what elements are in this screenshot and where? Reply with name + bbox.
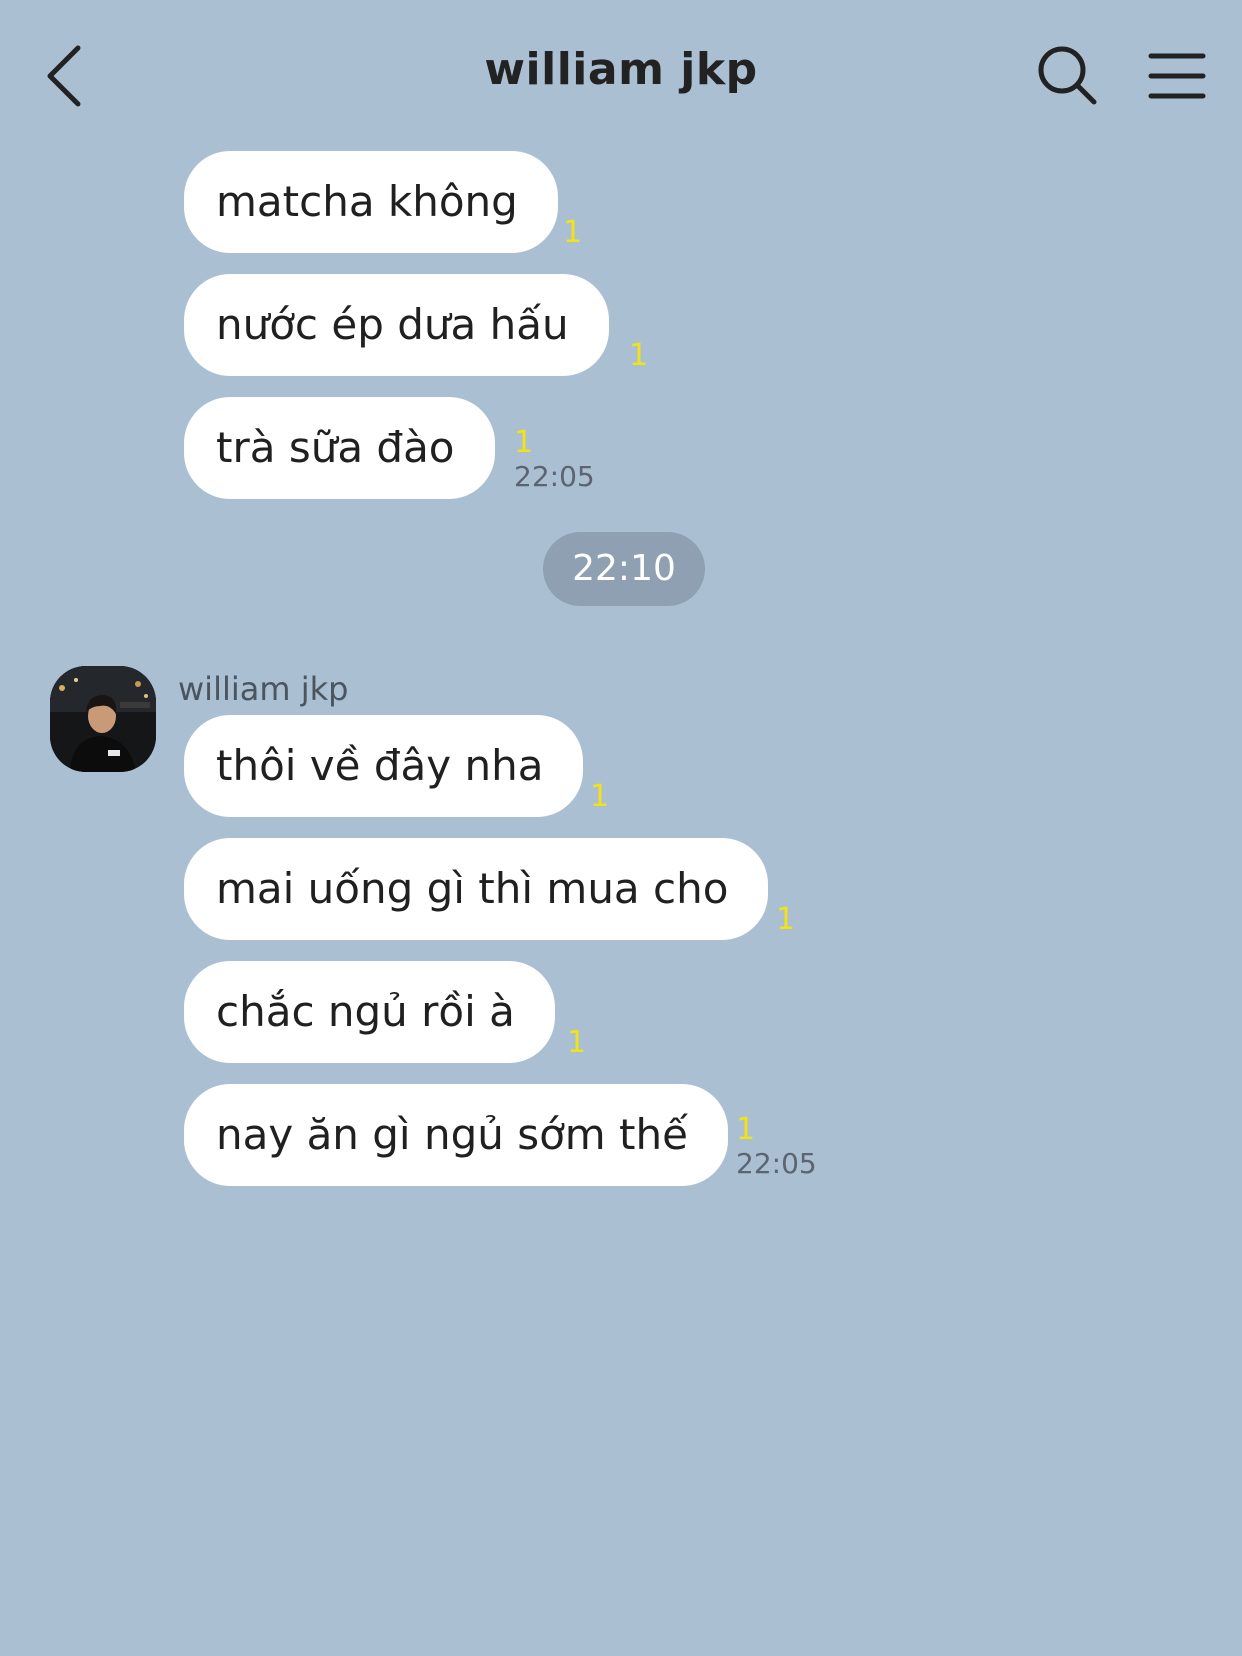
message-row: trà sữa đào <box>184 397 495 499</box>
message-bubble[interactable]: matcha không <box>184 151 558 253</box>
message-time: 22:05 <box>514 460 595 493</box>
avatar[interactable] <box>50 666 156 772</box>
message-bubble[interactable]: thôi về đây nha <box>184 715 584 817</box>
message-row: thôi về đây nha <box>184 715 584 817</box>
message-meta: 1 <box>563 218 582 248</box>
message-row: matcha không <box>184 151 558 253</box>
unread-count: 1 <box>736 1112 756 1147</box>
unread-count: 1 <box>629 338 649 373</box>
chat-header: william jkp <box>0 0 1242 150</box>
message-bubble[interactable]: chắc ngủ rồi à <box>184 961 555 1063</box>
menu-button[interactable] <box>1148 50 1206 102</box>
unread-count: 1 <box>567 1025 587 1060</box>
unread-count: 1 <box>590 779 610 814</box>
message-time: 22:05 <box>736 1147 817 1180</box>
search-button[interactable] <box>1036 44 1100 108</box>
message-bubble[interactable]: mai uống gì thì mua cho <box>184 838 769 940</box>
message-bubble[interactable]: trà sữa đào <box>184 397 495 499</box>
message-bubble[interactable]: nước ép dưa hấu <box>184 274 609 376</box>
message-row: nước ép dưa hấu <box>184 274 609 376</box>
hamburger-menu-icon <box>1148 53 1206 99</box>
unread-count: 1 <box>776 902 796 937</box>
message-meta: 1 <box>629 341 648 371</box>
sender-name: william jkp <box>178 670 349 708</box>
message-meta: 1 22:05 <box>736 1115 817 1179</box>
message-meta: 1 <box>590 782 609 812</box>
time-divider: 22:10 <box>543 532 705 606</box>
message-meta: 1 <box>567 1028 586 1058</box>
message-bubble[interactable]: nay ăn gì ngủ sớm thế <box>184 1084 728 1186</box>
message-row: nay ăn gì ngủ sớm thế <box>184 1084 728 1186</box>
message-row: chắc ngủ rồi à <box>184 961 555 1063</box>
profile-photo-icon <box>50 666 156 772</box>
message-meta: 1 <box>776 905 795 935</box>
search-icon <box>1038 46 1097 105</box>
unread-count: 1 <box>514 425 534 460</box>
unread-count: 1 <box>563 215 583 250</box>
message-meta: 1 22:05 <box>514 428 595 492</box>
message-row: mai uống gì thì mua cho <box>184 838 769 940</box>
